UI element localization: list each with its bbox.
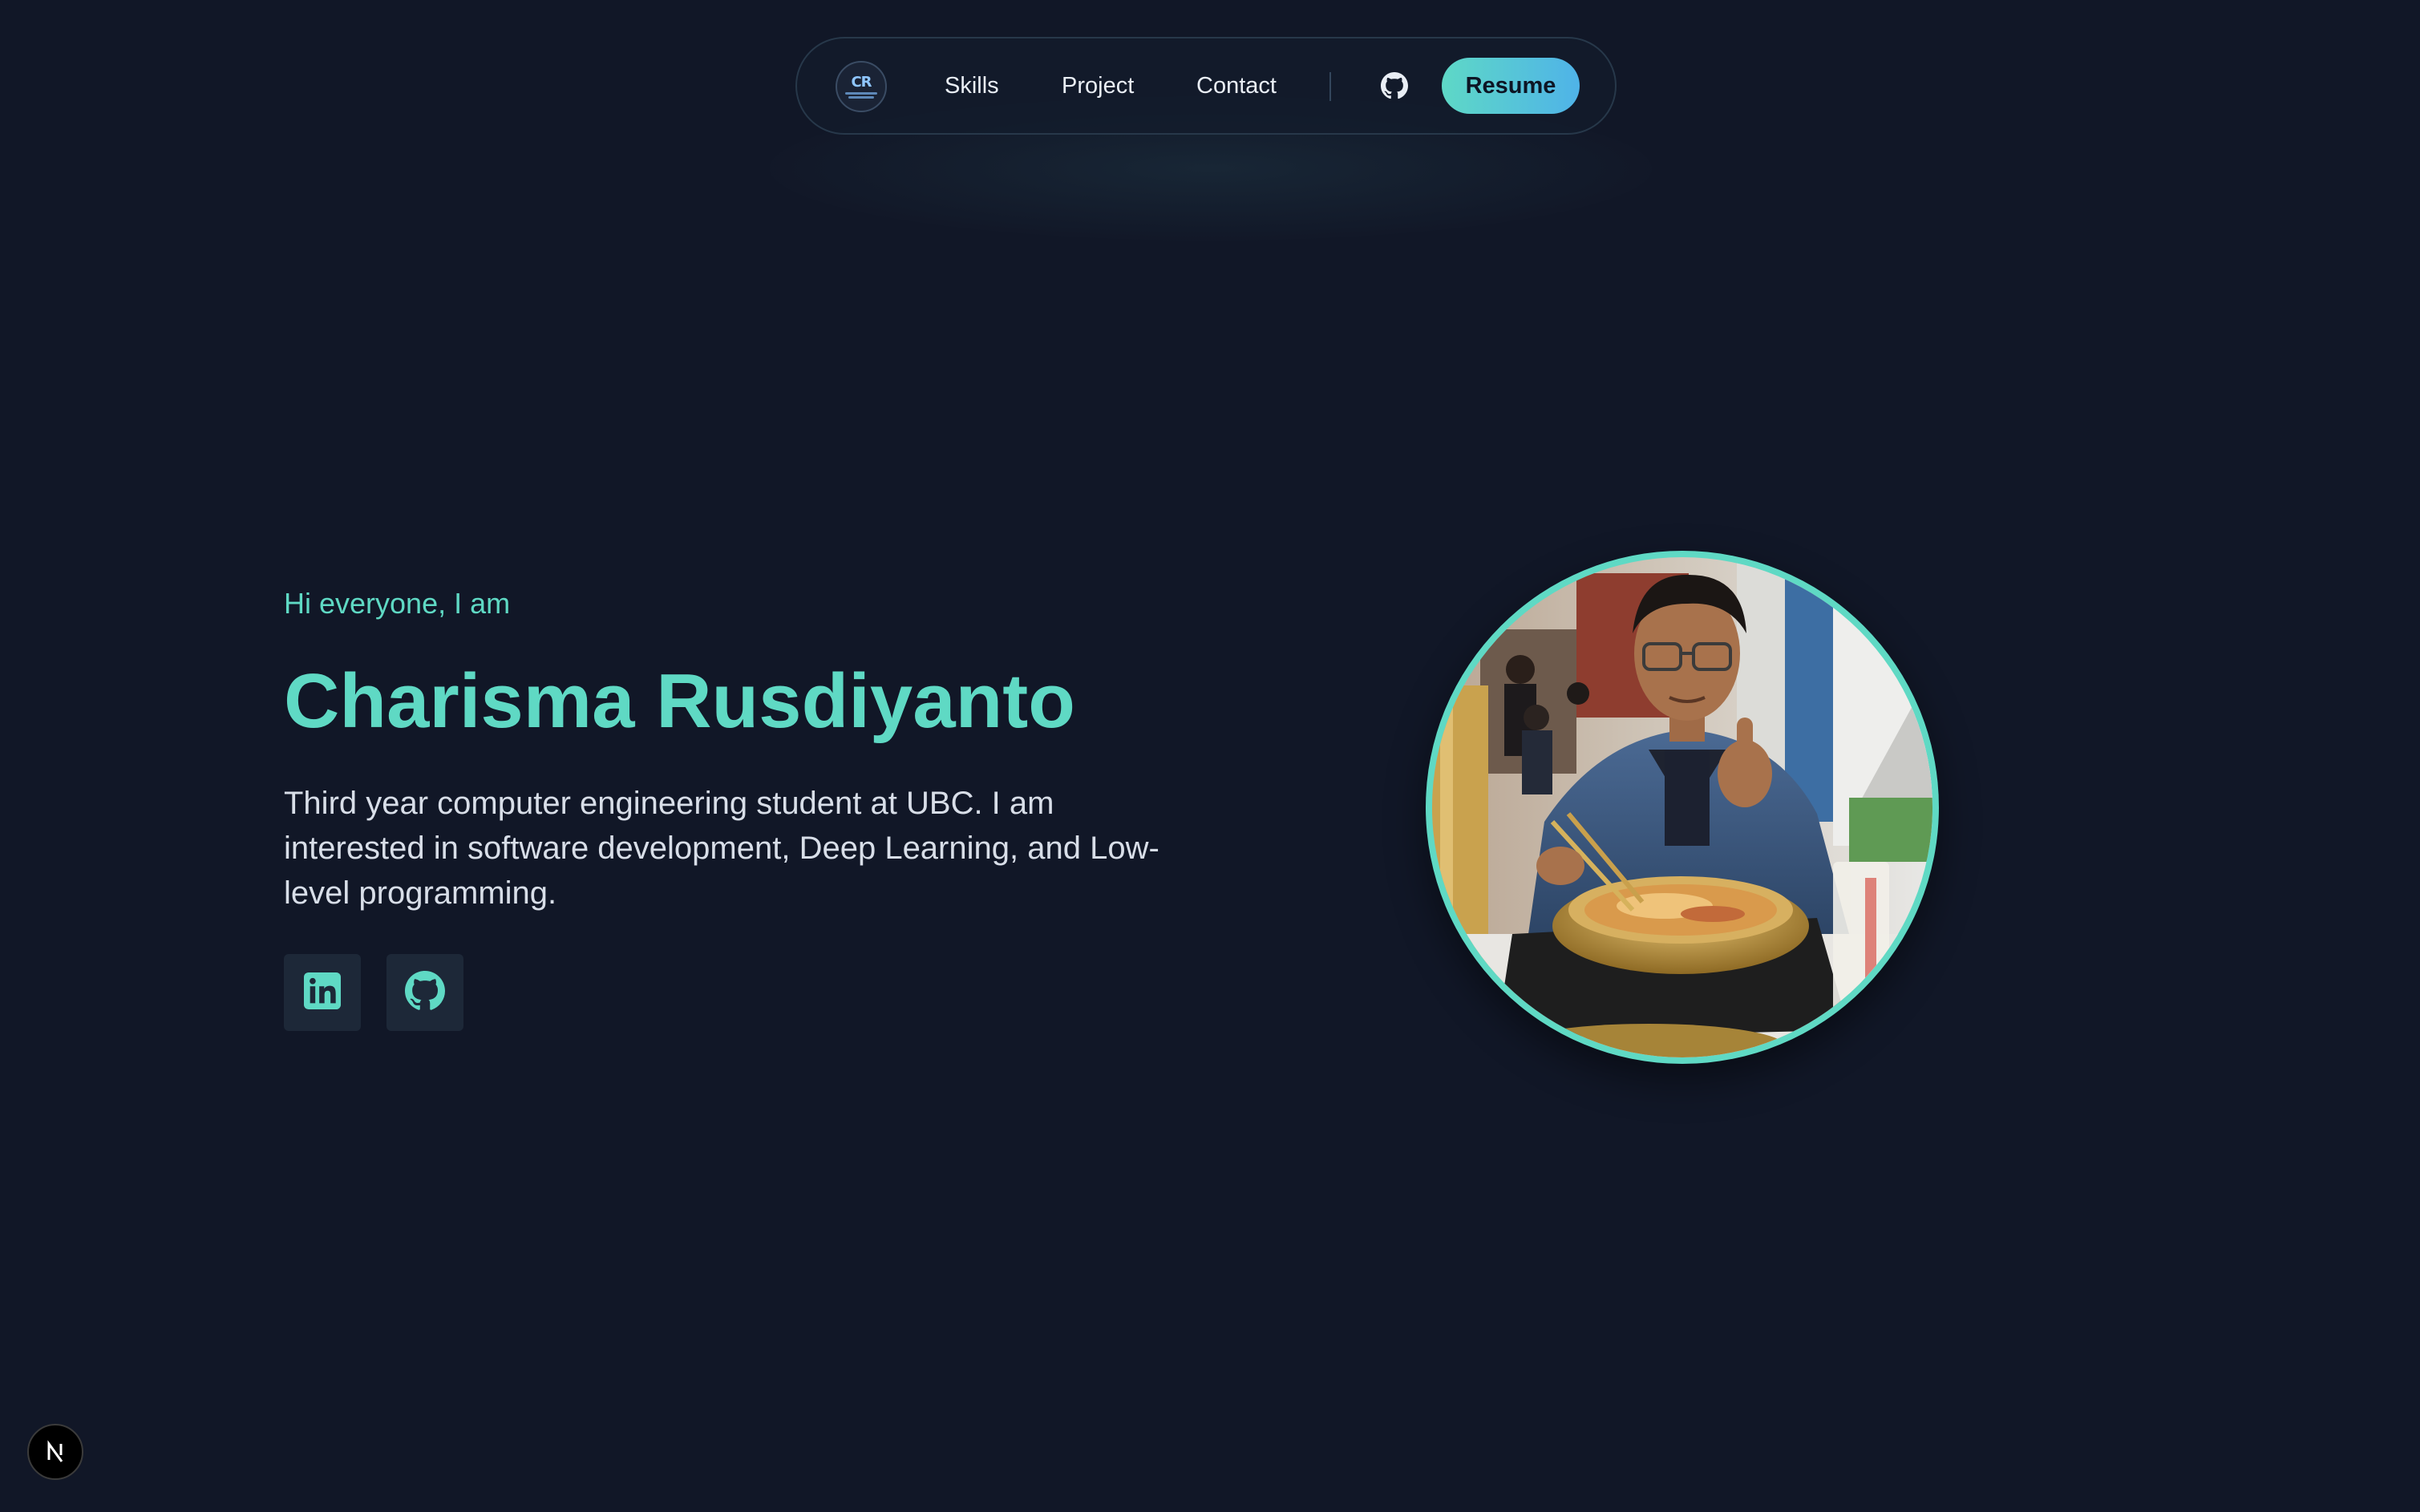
logo-wordmark-line xyxy=(848,95,874,99)
profile-photo-frame xyxy=(1426,551,1939,1064)
nav-link-contact[interactable]: Contact xyxy=(1196,38,1277,133)
hero-greeting: Hi everyone, I am xyxy=(284,587,511,620)
profile-photo xyxy=(1432,557,1932,1057)
github-icon[interactable] xyxy=(1381,72,1408,99)
logo-monogram: CR xyxy=(851,73,872,91)
resume-button[interactable]: Resume xyxy=(1442,58,1580,114)
linkedin-icon xyxy=(304,972,341,1013)
nav-link-skills[interactable]: Skills xyxy=(945,38,999,133)
nav-link-project[interactable]: Project xyxy=(1062,38,1134,133)
nextjs-badge[interactable] xyxy=(27,1424,83,1480)
github-button[interactable] xyxy=(386,954,463,1031)
nav-divider xyxy=(1329,72,1331,101)
linkedin-button[interactable] xyxy=(284,954,361,1031)
hero-name: Charisma Rusdiyanto xyxy=(284,658,1075,744)
logo-wordmark-line xyxy=(845,91,877,95)
nextjs-icon xyxy=(47,1440,63,1462)
site-logo[interactable]: CR xyxy=(836,61,887,112)
hero-description: Third year computer engineering student … xyxy=(284,786,1159,911)
github-icon xyxy=(405,970,445,1015)
navbar: CR Skills Project Contact Resume xyxy=(795,37,1617,135)
